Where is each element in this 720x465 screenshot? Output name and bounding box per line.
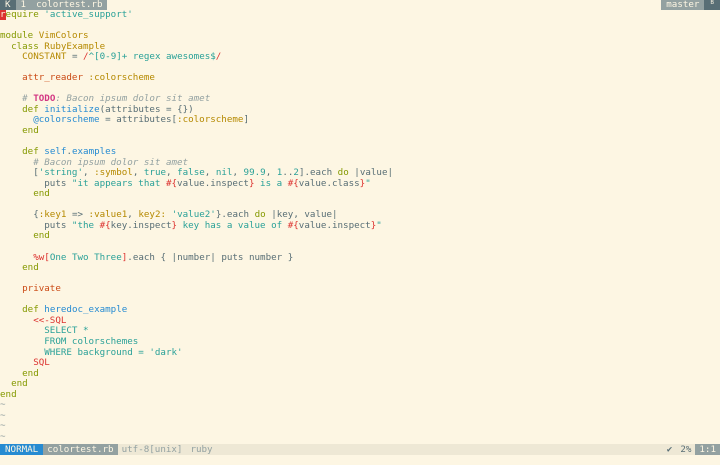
code-line: SQL xyxy=(33,357,50,369)
command-line[interactable] xyxy=(0,455,720,465)
tabline-icon: K xyxy=(0,0,16,10)
code-line: module VimColors xyxy=(0,30,89,42)
mode-indicator: NORMAL xyxy=(0,444,44,455)
editor-buffer[interactable]: require 'active_support' module VimColor… xyxy=(0,10,720,442)
status-filetype: ruby xyxy=(190,444,213,455)
code-line: end xyxy=(22,125,39,137)
code-line: @colorscheme = attributes[:colorscheme] xyxy=(33,114,249,126)
branch-icon: ᴮ xyxy=(704,0,720,10)
scroll-percent: 2% xyxy=(676,444,696,455)
code-line: puts "the #{key.inspect} key has a value… xyxy=(0,219,382,231)
code-line: end xyxy=(0,388,17,400)
statusline: NORMAL colortest.rb utf-8[unix] ruby ✔ 2… xyxy=(0,444,720,455)
empty-line-marker: ~ xyxy=(0,420,6,432)
code-line: %w[One Two Three].each { |number| puts n… xyxy=(33,251,294,263)
status-filename: colortest.rb xyxy=(43,444,118,455)
cursor-position: 1:1 xyxy=(695,444,720,455)
code-line: def heredoc_example xyxy=(22,304,128,316)
empty-line-marker: ~ xyxy=(0,409,6,421)
tab-list: K 1 colortest.rb xyxy=(0,0,108,10)
code-line: private xyxy=(22,283,61,295)
code-line: end xyxy=(22,262,39,274)
code-line: WHERE background = 'dark' xyxy=(44,346,183,358)
tabline: K 1 colortest.rb master ᴮ xyxy=(0,0,720,10)
syntax-check-icon: ✔ xyxy=(662,444,677,455)
tabline-right: master ᴮ xyxy=(661,0,720,10)
code-line: end xyxy=(33,230,50,242)
status-encoding: utf-8[unix] xyxy=(121,444,183,455)
code-line: <<-SQL xyxy=(33,314,67,326)
git-branch: master xyxy=(661,0,705,10)
empty-line-marker: ~ xyxy=(0,399,6,411)
tab-colortest[interactable]: colortest.rb xyxy=(31,0,108,10)
code-line: end xyxy=(11,378,28,390)
tab-number[interactable]: 1 xyxy=(15,0,32,10)
code-line: CONSTANT = /^[0-9]+ regex awesomes$/ xyxy=(22,51,222,63)
code-line: puts "it appears that #{value.inspect} i… xyxy=(0,177,371,189)
code-line: end xyxy=(33,188,50,200)
statusline-right: ✔ 2% 1:1 xyxy=(662,444,720,455)
code-line: require 'active_support' xyxy=(0,10,133,20)
code-line: end xyxy=(22,367,39,379)
empty-line-marker: ~ xyxy=(0,430,6,442)
code-line: attr_reader :colorscheme xyxy=(22,72,155,84)
